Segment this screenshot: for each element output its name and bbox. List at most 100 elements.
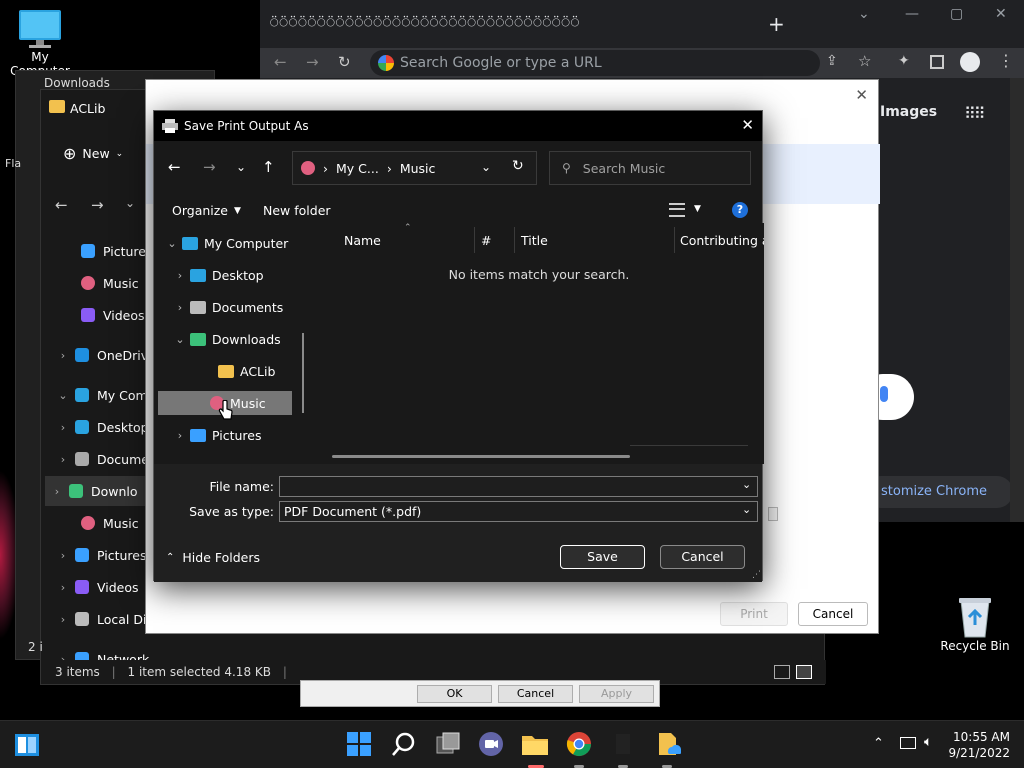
desktop-icon-my-computer[interactable]: My Computer bbox=[0, 8, 80, 78]
view-options-icon[interactable] bbox=[669, 203, 685, 217]
tiles-view-icon[interactable] bbox=[796, 665, 812, 679]
extensions-icon[interactable]: ✦ bbox=[898, 53, 910, 69]
expand-chevron-icon[interactable]: › bbox=[170, 269, 190, 282]
minimize-icon[interactable]: — bbox=[905, 6, 919, 22]
desktop-icon-recycle-bin[interactable]: Recycle Bin bbox=[935, 595, 1015, 653]
help-icon[interactable]: ? bbox=[732, 202, 748, 218]
refresh-icon[interactable]: ↻ bbox=[512, 158, 524, 174]
new-tab-icon[interactable]: + bbox=[768, 12, 785, 36]
chrome-scrollbar[interactable] bbox=[1010, 78, 1024, 522]
print-checkbox[interactable] bbox=[768, 507, 778, 521]
cancel-button[interactable]: Cancel bbox=[660, 545, 745, 569]
omnibox[interactable]: Search Google or type a URL bbox=[370, 50, 820, 76]
expand-chevron-icon[interactable]: › bbox=[45, 485, 69, 498]
column-header-contributing-artists[interactable]: Contributing art bbox=[680, 233, 764, 248]
close-icon[interactable]: ✕ bbox=[855, 86, 868, 104]
apply-button[interactable]: Apply bbox=[579, 685, 654, 703]
share-icon[interactable]: ⇪ bbox=[826, 53, 838, 69]
search-icon[interactable] bbox=[391, 731, 419, 759]
address-chevron-down-icon[interactable]: ⌄ bbox=[481, 160, 491, 174]
chevron-down-icon[interactable]: ⌄ bbox=[858, 6, 870, 22]
chrome-tab-title[interactable]: ⍥⍥⍥⍥⍥⍥⍥⍥⍥⍥⍥⍥⍥⍥⍥⍥⍥⍥⍥⍥⍥⍥⍥⍥⍥⍥⍥⍥⍥⍥⍥⍥⍥ bbox=[270, 15, 740, 31]
expand-chevron-icon[interactable]: ⌄ bbox=[170, 333, 190, 346]
back-icon[interactable]: ← bbox=[168, 158, 181, 176]
expand-chevron-icon[interactable]: › bbox=[170, 301, 190, 314]
menu-dots-icon[interactable]: ⋮ bbox=[998, 51, 1014, 70]
organize-button[interactable]: Organize ▼ bbox=[172, 203, 241, 218]
save-dialog-titlebar: Save Print Output As ✕ bbox=[154, 111, 762, 141]
bookmark-star-icon[interactable]: ☆ bbox=[858, 52, 871, 70]
reload-icon[interactable]: ↻ bbox=[338, 53, 351, 71]
new-folder-button[interactable]: New folder bbox=[263, 203, 331, 218]
close-icon[interactable]: ✕ bbox=[741, 116, 754, 134]
command-bar: Organize ▼ New folder ▼ ? bbox=[154, 197, 762, 223]
print-button[interactable]: Print bbox=[720, 602, 788, 626]
search-box[interactable]: ⚲ Search Music bbox=[549, 151, 751, 185]
profile-icon[interactable] bbox=[960, 52, 980, 72]
images-link[interactable]: Images bbox=[880, 104, 937, 120]
up-icon[interactable]: ↑ bbox=[262, 158, 275, 176]
print-cancel-button[interactable]: Cancel bbox=[798, 602, 868, 626]
view-chevron-icon[interactable]: ▼ bbox=[694, 204, 701, 214]
close-icon[interactable]: ✕ bbox=[995, 6, 1007, 22]
volume-icon[interactable]: 🔈︎ bbox=[924, 734, 932, 750]
tree-item[interactable]: › Pictures bbox=[170, 423, 262, 447]
network-icon[interactable] bbox=[900, 737, 916, 749]
organize-label: Organize bbox=[172, 203, 228, 218]
save-as-type-select[interactable]: PDF Document (*.pdf) bbox=[279, 501, 758, 522]
path-segment-my-computer[interactable]: My C... bbox=[336, 161, 379, 176]
cancel-button[interactable]: Cancel bbox=[498, 685, 573, 703]
back-icon[interactable]: ← bbox=[55, 196, 68, 214]
resize-grip-icon[interactable]: ⋰ bbox=[752, 570, 761, 580]
customize-chrome-button[interactable]: stomize Chrome bbox=[865, 476, 1013, 508]
expand-chevron-icon[interactable]: › bbox=[170, 429, 190, 442]
new-button[interactable]: ⊕ New ⌄ bbox=[63, 144, 123, 163]
path-segment-music[interactable]: Music bbox=[400, 161, 436, 176]
expand-chevron-icon[interactable]: ⌄ bbox=[51, 389, 75, 402]
chrome-icon[interactable] bbox=[566, 731, 594, 759]
forward-icon[interactable]: → bbox=[306, 53, 319, 71]
expand-chevron-icon[interactable]: › bbox=[51, 581, 75, 594]
file-name-chevron-icon[interactable]: ⌄ bbox=[742, 478, 751, 491]
tree-item[interactable]: ACLib bbox=[198, 359, 275, 383]
maximize-icon[interactable]: ▢ bbox=[950, 6, 963, 22]
column-header-number[interactable]: # bbox=[481, 233, 491, 248]
column-header-title[interactable]: Title bbox=[521, 233, 548, 248]
forward-icon[interactable]: → bbox=[203, 158, 216, 176]
hide-folders-button[interactable]: ⌃ Hide Folders bbox=[166, 550, 260, 565]
tree-item[interactable]: ⌄ My Computer bbox=[162, 231, 288, 255]
back-icon[interactable]: ← bbox=[274, 53, 287, 71]
file-name-input[interactable] bbox=[279, 476, 758, 497]
column-header-name[interactable]: Name bbox=[344, 233, 381, 248]
details-view-icon[interactable] bbox=[774, 665, 790, 679]
ok-button[interactable]: OK bbox=[417, 685, 492, 703]
file-explorer-icon[interactable] bbox=[521, 731, 549, 759]
task-view-icon[interactable] bbox=[435, 731, 463, 759]
save-as-type-chevron-icon[interactable]: ⌄ bbox=[742, 503, 751, 516]
blank-app-icon[interactable] bbox=[610, 731, 638, 759]
expand-chevron-icon[interactable]: › bbox=[51, 453, 75, 466]
expand-chevron-icon[interactable]: › bbox=[51, 549, 75, 562]
tree-scrollbar[interactable] bbox=[302, 333, 304, 413]
recent-chevron-icon[interactable]: ⌄ bbox=[125, 196, 135, 210]
widgets-icon[interactable] bbox=[14, 733, 40, 757]
file-sync-icon[interactable] bbox=[655, 731, 683, 759]
chevron-up-icon[interactable]: ⌃ bbox=[873, 736, 884, 751]
side-panel-icon[interactable] bbox=[930, 55, 944, 69]
system-clock[interactable]: 10:55 AM 9/21/2022 bbox=[948, 729, 1010, 761]
forward-icon[interactable]: → bbox=[91, 196, 104, 214]
teams-chat-icon[interactable] bbox=[478, 731, 506, 759]
apps-grid-icon[interactable]: ⠿⠿ bbox=[964, 104, 985, 123]
expand-chevron-icon[interactable]: › bbox=[51, 421, 75, 434]
recent-chevron-icon[interactable]: ⌄ bbox=[236, 160, 246, 174]
tree-item[interactable]: › Documents bbox=[170, 295, 283, 319]
address-bar[interactable]: › My C... › Music ⌄ ↻ bbox=[292, 151, 537, 185]
start-icon[interactable] bbox=[346, 731, 374, 759]
expand-chevron-icon[interactable]: ⌄ bbox=[162, 237, 182, 250]
save-button[interactable]: Save bbox=[560, 545, 645, 569]
tree-item[interactable]: ⌄ Downloads bbox=[170, 327, 280, 351]
tree-item[interactable]: › Desktop bbox=[170, 263, 264, 287]
expand-chevron-icon[interactable]: › bbox=[51, 613, 75, 626]
horizontal-scrollbar[interactable] bbox=[332, 455, 630, 458]
expand-chevron-icon[interactable]: › bbox=[51, 349, 75, 362]
